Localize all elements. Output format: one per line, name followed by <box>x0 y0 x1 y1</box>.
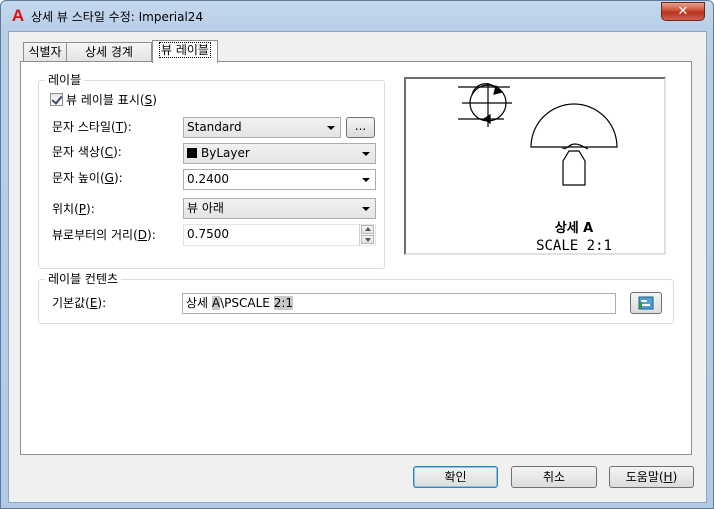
part-shape-icon <box>530 103 618 186</box>
preview-pane: 상세 A SCALE 2:1 <box>404 77 666 255</box>
tab-view-label-label: 뷰 레이블 <box>159 42 211 58</box>
preview-label-line1: 상세 A <box>555 221 594 236</box>
chevron-down-icon <box>327 126 335 130</box>
location-select[interactable]: 뷰 아래 <box>183 198 376 219</box>
location-label: 위치(P): <box>52 202 95 216</box>
text-style-value: Standard <box>187 120 242 134</box>
tab-view-label[interactable]: 뷰 레이블 <box>152 40 218 63</box>
distance-value: 0.7500 <box>187 227 229 241</box>
distance-label: 뷰로부터의 거리(D): <box>52 228 156 242</box>
close-button[interactable]: ✕ <box>661 2 705 21</box>
show-label-text: 뷰 레이블 표시(S) <box>66 93 157 107</box>
text-style-select[interactable]: Standard <box>183 117 341 138</box>
default-value-part: 상세 <box>186 296 212 310</box>
default-value-field: A <box>211 296 221 310</box>
cancel-button[interactable]: 취소 <box>511 466 597 488</box>
chevron-down-icon <box>362 207 370 211</box>
tab-detail-boundary[interactable]: 상세 경계 <box>66 42 152 62</box>
text-height-combo[interactable]: 0.2400 <box>183 169 376 190</box>
label-group-title: 레이블 <box>45 73 85 87</box>
preview-drawing: 상세 A SCALE 2:1 <box>458 83 618 254</box>
field-edit-icon <box>638 296 654 310</box>
autocad-logo-icon: A <box>11 6 25 25</box>
help-button[interactable]: 도움말(H) <box>609 466 694 488</box>
default-value-part: \PSCALE <box>220 296 274 310</box>
tab-identifier[interactable]: 식별자 <box>23 42 67 62</box>
section-callout-icon <box>458 83 512 127</box>
text-style-label: 문자 스타일(T): <box>52 120 132 134</box>
default-value-field: 2:1 <box>273 296 294 310</box>
ok-button[interactable]: 확인 <box>413 466 498 488</box>
preview-label-line2: SCALE 2:1 <box>536 238 612 253</box>
distance-input[interactable]: 0.7500 <box>183 224 376 246</box>
label-content-group-title: 레이블 컨텐츠 <box>45 272 122 286</box>
chevron-down-icon <box>362 152 370 156</box>
window-title: 상세 뷰 스타일 수정: Imperial24 <box>31 10 204 24</box>
location-value: 뷰 아래 <box>187 201 224 215</box>
default-value-input[interactable]: 상세 A\PSCALE 2:1 <box>182 293 616 314</box>
text-height-value: 0.2400 <box>187 172 229 186</box>
text-style-browse-button[interactable]: ... <box>346 117 375 138</box>
text-color-value: ByLayer <box>201 146 250 160</box>
insert-field-button[interactable] <box>630 292 662 314</box>
show-label-checkbox[interactable] <box>50 93 63 106</box>
distance-spinner[interactable] <box>359 224 374 245</box>
color-swatch-icon <box>187 148 197 158</box>
text-color-label: 문자 색상(C): <box>52 145 122 159</box>
title-bar[interactable]: A 상세 뷰 스타일 수정: Imperial24 ✕ <box>1 1 713 31</box>
text-height-label: 문자 높이(G): <box>52 171 123 185</box>
spin-down-icon[interactable] <box>361 235 374 244</box>
tab-identifier-label: 식별자 <box>28 45 62 59</box>
tab-detail-boundary-label: 상세 경계 <box>85 45 133 59</box>
text-color-select[interactable]: ByLayer <box>183 143 376 164</box>
default-value-label: 기본값(E): <box>52 296 107 310</box>
spin-up-icon[interactable] <box>361 225 374 234</box>
chevron-down-icon <box>362 178 370 182</box>
